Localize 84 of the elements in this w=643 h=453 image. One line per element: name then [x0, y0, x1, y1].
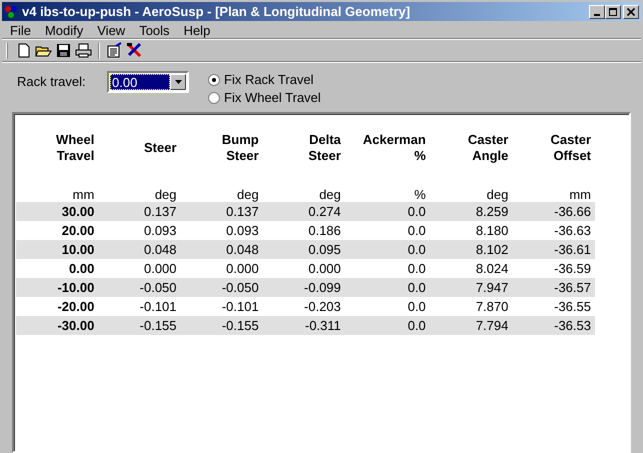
- table-cell: 0.000: [262, 259, 345, 278]
- table-cell: 0.00: [16, 259, 98, 278]
- table-cell: 0.0: [344, 221, 430, 240]
- table-cell: 8.024: [430, 259, 512, 278]
- table-cell: 0.0: [344, 278, 430, 297]
- table-cell: 7.947: [430, 278, 512, 297]
- table-cell: -36.55: [512, 297, 595, 316]
- radio-button[interactable]: [208, 74, 220, 86]
- table-cell: 0.274: [262, 202, 345, 221]
- menu-item[interactable]: Tools: [133, 22, 178, 38]
- app-icon: [4, 4, 18, 18]
- close-button[interactable]: [623, 4, 639, 18]
- menu-item[interactable]: File: [4, 22, 39, 38]
- minimize-icon: [594, 14, 600, 16]
- table-cell: -0.311: [262, 316, 345, 335]
- column-header: Bump Steer: [220, 131, 260, 165]
- unit-label: deg: [98, 168, 181, 202]
- table-cell: 0.093: [98, 221, 181, 240]
- table-cell: 0.095: [262, 240, 345, 259]
- table-cell: 0.0: [344, 259, 430, 278]
- close-icon: [626, 6, 636, 16]
- window-title: v4 ibs-to-up-push - AeroSusp - [Plan & Longitudinal Geometry]: [22, 4, 412, 19]
- properties-icon[interactable]: [106, 42, 123, 59]
- table-cell: -0.155: [180, 316, 263, 335]
- table-cell: 0.000: [180, 259, 263, 278]
- maximize-icon: [608, 6, 618, 16]
- table-cell: 0.0: [344, 297, 430, 316]
- table-cell: -0.101: [180, 297, 263, 316]
- table-cell: -36.61: [512, 240, 595, 259]
- unit-label: %: [344, 168, 430, 202]
- table-cell: 8.102: [430, 240, 512, 259]
- menu-item[interactable]: Help: [178, 22, 218, 38]
- unit-label: mm: [16, 168, 98, 202]
- table-cell: -36.66: [512, 202, 595, 221]
- table-cell: -36.59: [512, 259, 595, 278]
- table-cell: 0.0: [344, 240, 430, 259]
- table-cell: 7.870: [430, 297, 512, 316]
- unit-label: deg: [180, 168, 263, 202]
- minimize-button[interactable]: [589, 4, 605, 18]
- unit-label: deg: [430, 168, 512, 202]
- table-cell: -30.00: [16, 316, 98, 335]
- column-header: Ackerman %: [362, 131, 427, 165]
- unit-label: mm: [512, 168, 595, 202]
- table-cell: 7.794: [430, 316, 512, 335]
- column-header: Caster Offset: [550, 131, 592, 165]
- table-cell: -36.63: [512, 221, 595, 240]
- rack-travel-combobox[interactable]: 0.00: [107, 71, 189, 93]
- menu-item[interactable]: Modify: [38, 22, 92, 38]
- table-cell: 0.048: [98, 240, 181, 259]
- column-header: Delta Steer: [307, 131, 342, 165]
- printer-icon[interactable]: [75, 42, 92, 59]
- table-cell: 0.0: [344, 202, 430, 221]
- unit-label: deg: [262, 168, 345, 202]
- table-cell: 0.137: [180, 202, 263, 221]
- table-cell: 0.186: [262, 221, 345, 240]
- table-cell: 20.00: [16, 221, 98, 240]
- tools-icon[interactable]: [126, 42, 143, 59]
- table-cell: -0.155: [98, 316, 181, 335]
- radio-label[interactable]: Fix Rack Travel: [224, 72, 314, 87]
- menu-item[interactable]: View: [91, 22, 134, 38]
- column-header: Steer: [143, 139, 178, 157]
- table-cell: -0.203: [262, 297, 345, 316]
- radio-label[interactable]: Fix Wheel Travel: [224, 90, 321, 105]
- column-header: Wheel Travel: [55, 131, 96, 165]
- table-cell: 30.00: [16, 202, 98, 221]
- table-cell: -0.101: [98, 297, 181, 316]
- table-cell: 8.259: [430, 202, 512, 221]
- table-cell: -36.53: [512, 316, 595, 335]
- table-cell: -36.57: [512, 278, 595, 297]
- radio-button[interactable]: [208, 92, 220, 104]
- table-cell: -0.050: [98, 278, 181, 297]
- table-cell: 10.00: [16, 240, 98, 259]
- table-cell: 0.137: [98, 202, 181, 221]
- table-cell: -10.00: [16, 278, 98, 297]
- table-cell: 0.093: [180, 221, 263, 240]
- rack-travel-label: Rack travel:: [17, 73, 87, 91]
- table-cell: -0.099: [262, 278, 345, 297]
- table-cell: 8.180: [430, 221, 512, 240]
- table-cell: 0.0: [344, 316, 430, 335]
- table-cell: -0.050: [180, 278, 263, 297]
- table-cell: 0.000: [98, 259, 181, 278]
- column-header: Caster Angle: [466, 131, 510, 165]
- table-cell: -20.00: [16, 297, 98, 316]
- table-cell: 0.048: [180, 240, 263, 259]
